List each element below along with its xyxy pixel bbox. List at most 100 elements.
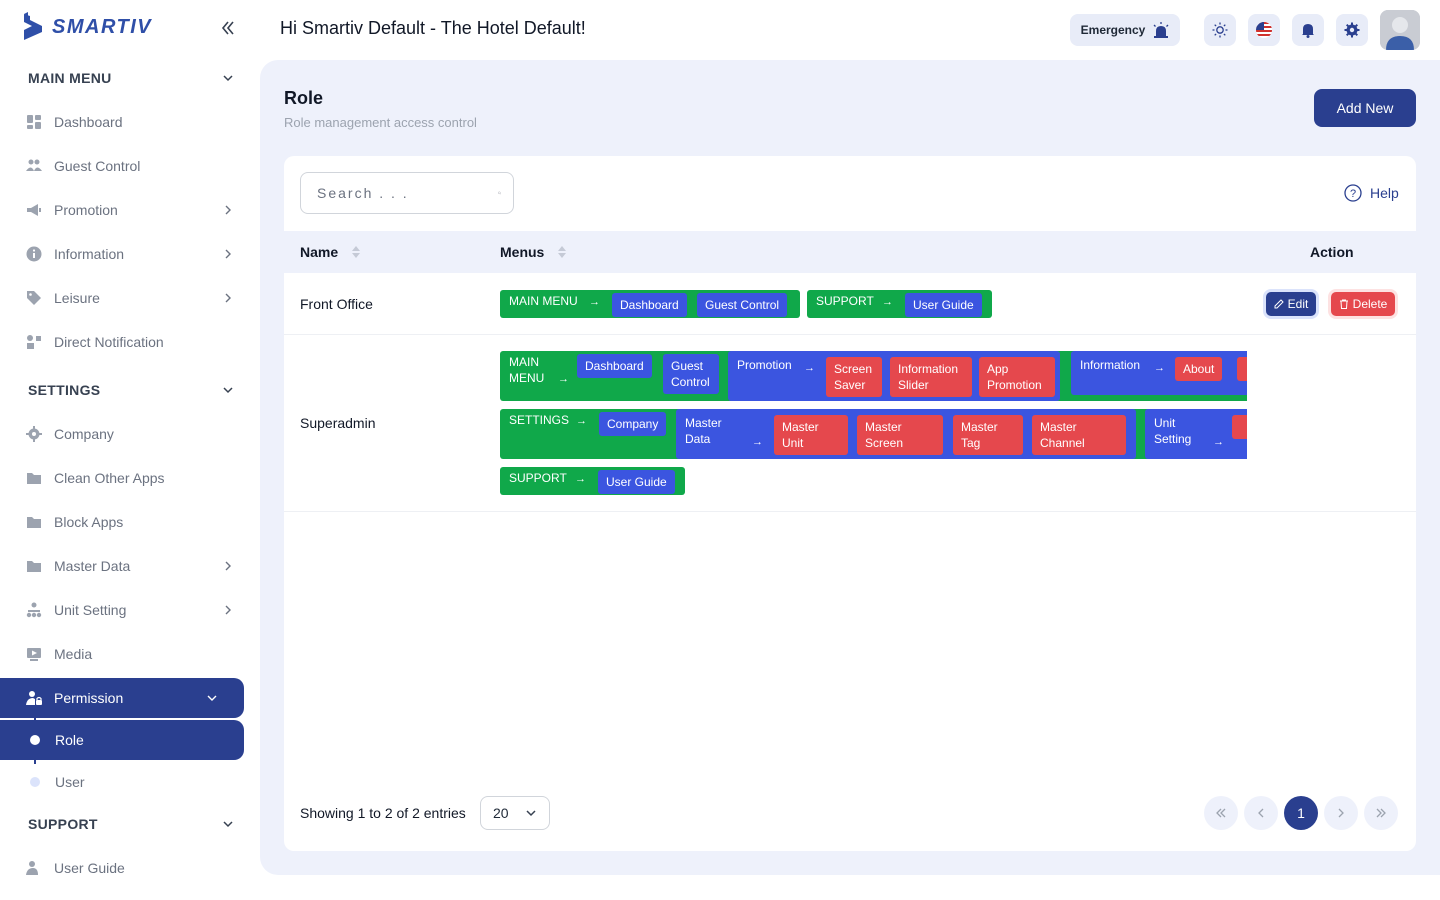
sidebar-item-label: Unit Setting (54, 602, 127, 618)
sidebar-item-block-apps[interactable]: Block Apps (0, 500, 260, 544)
arrow-right-icon: → (576, 415, 587, 427)
sidebar-item-label: Leisure (54, 290, 100, 306)
section-title: MAIN MENU (28, 70, 112, 86)
emergency-label: Emergency (1080, 23, 1146, 37)
sidebar-subitem-label: User (55, 774, 85, 790)
sidebar-item-master-data[interactable]: Master Data (0, 544, 260, 588)
section-support[interactable]: SUPPORT (0, 802, 260, 846)
section-title: SETTINGS (28, 382, 101, 398)
menu-subgroup-label: Information (1080, 358, 1141, 372)
last-page-button[interactable] (1364, 796, 1398, 830)
language-button[interactable] (1248, 14, 1280, 46)
theme-toggle-button[interactable] (1204, 14, 1236, 46)
gear-icon (26, 426, 42, 442)
section-title: SUPPORT (28, 816, 98, 832)
sidebar-item-label: Clean Other Apps (54, 470, 165, 486)
search-input[interactable] (317, 185, 498, 201)
next-page-button[interactable] (1324, 796, 1358, 830)
sidebar-item-leisure[interactable]: Leisure (0, 276, 260, 320)
arrow-right-icon: → (575, 473, 586, 485)
sidebar-item-label: Dashboard (54, 114, 123, 130)
help-label: Help (1370, 185, 1399, 201)
table-row: Front Office MAIN MENU → Dashboard Guest… (284, 273, 1416, 335)
chevron-down-icon (223, 821, 233, 828)
search-icon (498, 191, 501, 195)
sidebar-item-unit-setting[interactable]: Unit Setting (0, 588, 260, 632)
sidebar-item-label: Information (54, 246, 125, 262)
delete-button[interactable]: Delete (1331, 292, 1395, 316)
avatar[interactable] (1380, 10, 1420, 50)
table-row: Superadmin MAIN MENU → Dashboard Guest C… (284, 335, 1416, 512)
menu-subgroup-label: Promotion (737, 358, 792, 372)
add-new-button[interactable]: Add New (1314, 89, 1416, 127)
menu-chip: Information Slider (890, 357, 972, 397)
role-name: Superadmin (300, 415, 376, 431)
sidebar-item-media[interactable]: Media (0, 632, 260, 676)
menu-chip: Master Channel (1032, 415, 1126, 455)
notifications-button[interactable] (1292, 14, 1324, 46)
menu-group: SETTINGS → Company Master Data → Master … (500, 409, 1247, 459)
menu-subgroup-label: Unit Setting (1154, 416, 1192, 446)
sidebar-item-promotion[interactable]: Promotion (0, 188, 260, 232)
first-page-button[interactable] (1204, 796, 1238, 830)
menu-chip: Dashboard (612, 293, 687, 317)
sidebar-item-information[interactable]: Information (0, 232, 260, 276)
sidebar-item-label: Company (54, 426, 114, 442)
section-main-menu[interactable]: MAIN MENU (0, 56, 260, 100)
chevron-right-icon (225, 205, 231, 215)
page-size-select[interactable]: 20 (480, 796, 550, 830)
siren-icon (1153, 22, 1169, 38)
chevron-right-icon (1338, 808, 1344, 818)
arrow-right-icon: → (1154, 362, 1165, 374)
user-guide-icon (26, 860, 42, 876)
sort-icon (352, 246, 361, 258)
trash-icon (1339, 299, 1348, 309)
tag-icon (26, 290, 42, 306)
collapse-sidebar-icon[interactable] (218, 18, 238, 38)
sidebar-item-label: Master Data (54, 558, 131, 574)
sidebar-item-direct-notification[interactable]: Direct Notification (0, 320, 260, 364)
chevron-left-icon (1258, 808, 1264, 818)
pencil-icon (1274, 299, 1284, 309)
bullet-icon (30, 777, 40, 787)
section-settings[interactable]: SETTINGS (0, 368, 260, 412)
sidebar-item-guest-control[interactable]: Guest Control (0, 144, 260, 188)
help-link[interactable]: ? Help (1344, 184, 1399, 202)
sidebar-subitem-user[interactable]: User (0, 762, 260, 802)
user-avatar-icon (1380, 10, 1420, 50)
page-size-value: 20 (493, 805, 509, 821)
column-header-menus[interactable]: Menus (500, 244, 567, 260)
sidebar-item-company[interactable]: Company (0, 412, 260, 456)
logo[interactable]: SMARTIV (20, 12, 152, 42)
menu-group: MAIN MENU → Dashboard Guest Control Prom… (500, 351, 1247, 401)
page-number-button[interactable]: 1 (1284, 796, 1318, 830)
user-lock-icon (26, 690, 42, 706)
menu-chip: Company (599, 412, 667, 436)
folder-icon (26, 558, 42, 574)
menu-chip: Master Screen (857, 415, 943, 455)
column-header-name[interactable]: Name (300, 244, 361, 260)
bell-icon (1302, 24, 1314, 38)
brand-name: SMARTIV (52, 15, 153, 38)
sidebar-item-user-guide[interactable]: User Guide (0, 846, 260, 890)
settings-button[interactable] (1336, 14, 1368, 46)
sidebar-subitem-role[interactable]: Role (0, 720, 244, 760)
chevron-down-icon (223, 75, 233, 82)
delete-label: Delete (1352, 297, 1388, 311)
search-field[interactable] (300, 172, 514, 214)
sidebar-item-dashboard[interactable]: Dashboard (0, 100, 260, 144)
emergency-button[interactable]: Emergency (1070, 14, 1180, 46)
role-name: Front Office (300, 296, 373, 312)
sidebar-item-clean-other-apps[interactable]: Clean Other Apps (0, 456, 260, 500)
sidebar-item-permission[interactable]: Permission (0, 678, 244, 718)
previous-page-button[interactable] (1244, 796, 1278, 830)
chevron-right-icon (225, 605, 231, 615)
svg-text:?: ? (1350, 188, 1356, 200)
entries-info: Showing 1 to 2 of 2 entries (300, 805, 466, 821)
sidebar-item-label: Block Apps (54, 514, 124, 530)
sidebar-subitem-label: Role (55, 732, 84, 748)
arrow-right-icon: → (804, 362, 815, 374)
menu-chip: About (1175, 357, 1223, 381)
edit-button[interactable]: Edit (1266, 292, 1316, 316)
menu-chip: User Guide (905, 293, 982, 317)
